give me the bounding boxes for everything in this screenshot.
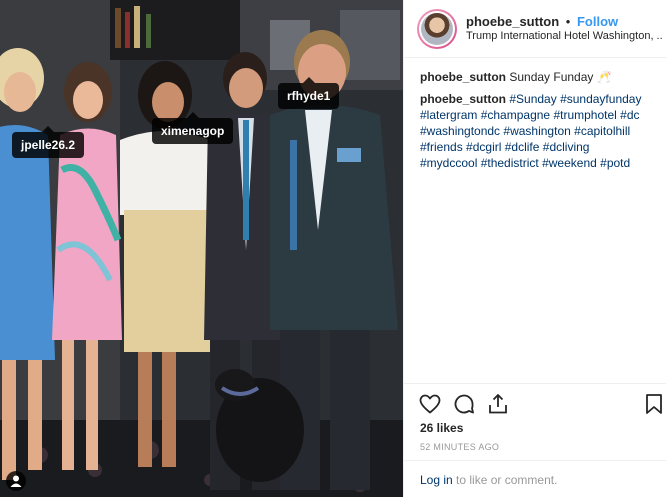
hashtag-link[interactable]: #dclife xyxy=(505,140,540,154)
tag-ximenagop[interactable]: ximenagop xyxy=(152,112,234,144)
hashtag-link[interactable]: #Sunday xyxy=(509,92,556,106)
caption-row-2: phoebe_sutton #Sunday #sundayfunday #lat… xyxy=(420,91,650,171)
hashtag-link[interactable]: #mydccool xyxy=(420,156,477,170)
separator-dot: • xyxy=(565,14,571,29)
caption-row-1: phoebe_sutton Sunday Funday 🥂 xyxy=(420,69,650,85)
login-prompt: Log in to like or comment. xyxy=(404,460,666,497)
caption-username[interactable]: phoebe_sutton xyxy=(420,70,506,84)
comment-icon[interactable] xyxy=(452,392,476,416)
hashtag-link[interactable]: #dcgirl xyxy=(466,140,501,154)
tag-label: jpelle26.2 xyxy=(21,138,76,152)
tag-label: rfhyde1 xyxy=(287,89,331,103)
bookmark-icon[interactable] xyxy=(642,392,666,416)
follow-button[interactable]: Follow xyxy=(577,14,618,29)
hashtag-link[interactable]: #weekend xyxy=(542,156,597,170)
tagged-users-icon[interactable] xyxy=(6,471,26,491)
post-header: phoebe_sutton • Follow Trump Internation… xyxy=(404,0,666,58)
location-link[interactable]: Trump International Hotel Washington, ..… xyxy=(466,30,662,42)
tag-label: ximenagop xyxy=(161,124,225,138)
hashtag-link[interactable]: #potd xyxy=(600,156,630,170)
tag-rfhyde1[interactable]: rfhyde1 xyxy=(278,77,340,109)
header-user-line: phoebe_sutton • Follow xyxy=(466,14,618,29)
username-link[interactable]: phoebe_sutton xyxy=(466,14,559,29)
post-side-panel: phoebe_sutton • Follow Trump Internation… xyxy=(403,0,666,497)
share-icon[interactable] xyxy=(486,392,510,416)
hashtag-link[interactable]: #trumphotel xyxy=(553,108,616,122)
heart-icon[interactable] xyxy=(418,392,442,416)
hashtag-link[interactable]: #dcliving xyxy=(543,140,590,154)
caption-username[interactable]: phoebe_sutton xyxy=(420,92,506,106)
hashtag-link[interactable]: #washingtondc xyxy=(420,124,500,138)
hashtag-link[interactable]: #capitolhill xyxy=(574,124,630,138)
hashtag-link[interactable]: #sundayfunday xyxy=(560,92,641,106)
login-prompt-text: to like or comment. xyxy=(452,473,558,487)
hashtag-link[interactable]: #champagne xyxy=(481,108,550,122)
caption-text: Sunday Funday 🥂 xyxy=(509,70,612,84)
photo-illustration xyxy=(0,0,403,497)
likes-count[interactable]: 26 likes xyxy=(420,421,463,435)
post-photo[interactable]: ximenagop rfhyde1 jpelle26.2 xyxy=(0,0,403,497)
user-icon xyxy=(10,475,22,487)
hashtag-link[interactable]: #latergram xyxy=(420,108,477,122)
login-link[interactable]: Log in xyxy=(420,473,453,487)
hashtag-link[interactable]: #dc xyxy=(620,108,639,122)
hashtag-link[interactable]: #thedistrict xyxy=(481,156,539,170)
caption-area: phoebe_sutton Sunday Funday 🥂 phoebe_sut… xyxy=(404,59,666,383)
action-bar: 26 likes 52 MINUTES AGO Log in to like o… xyxy=(404,383,666,497)
hashtag-link[interactable]: #washington xyxy=(503,124,570,138)
tag-jpelle262[interactable]: jpelle26.2 xyxy=(12,126,85,158)
post-timestamp[interactable]: 52 MINUTES AGO xyxy=(420,442,499,452)
avatar[interactable] xyxy=(417,9,457,49)
hashtag-link[interactable]: #friends xyxy=(420,140,463,154)
